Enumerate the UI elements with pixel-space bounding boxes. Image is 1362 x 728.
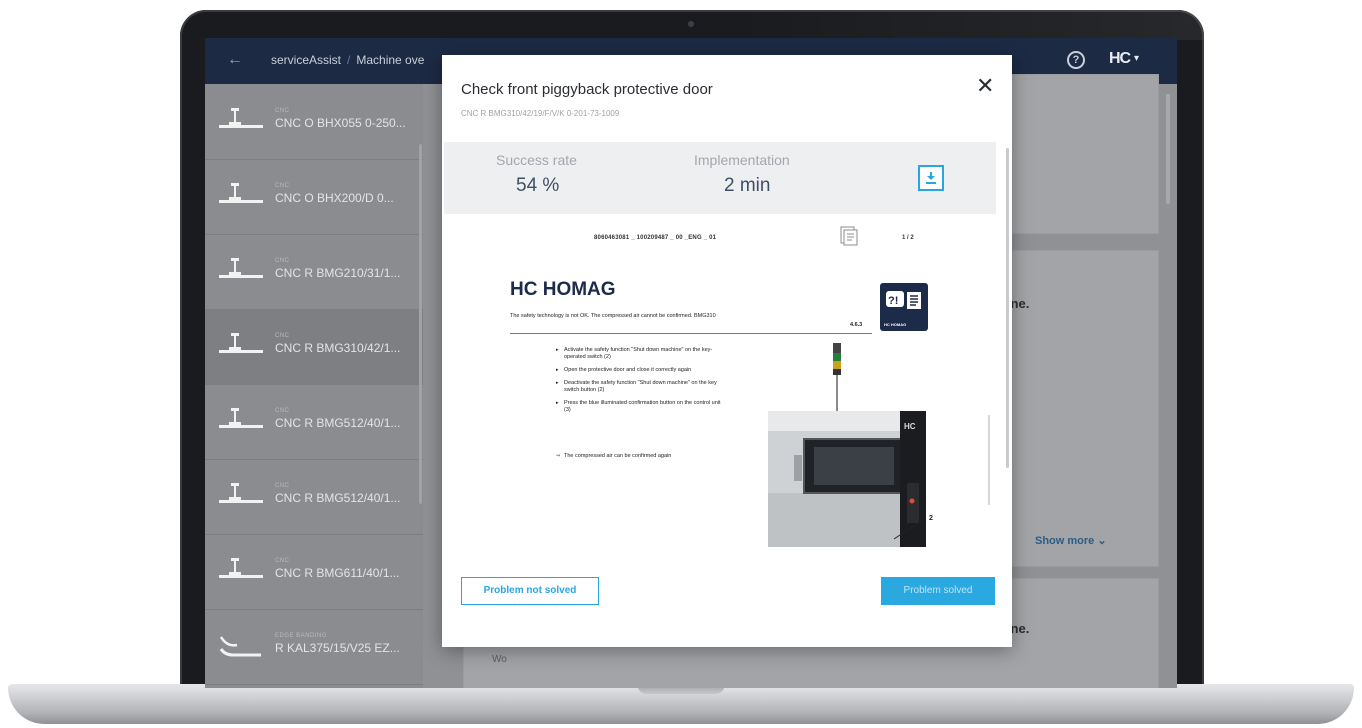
svg-text:?!: ?!	[888, 295, 898, 307]
homag-logo: HC HOMAG	[510, 279, 616, 300]
manual-icon	[840, 226, 858, 246]
user-menu-logo[interactable]: HC	[1109, 50, 1131, 68]
webcam	[688, 21, 694, 27]
laptop-screen: ← serviceAssist / Machine ove ? HC ▾ CNC C…	[205, 38, 1177, 688]
question-manual-icon: ?!	[886, 291, 921, 309]
control-panel-photo: HC	[768, 343, 926, 547]
machine-category: CNC	[275, 333, 290, 339]
machine-item[interactable]: CNC CNC O BHX200/D 0...	[205, 159, 423, 235]
dialog-machine-id: CNC R BMG310/42/19/F/V/K 0-201-73-1009	[461, 109, 620, 118]
machine-item-selected[interactable]: CNC CNC R BMG310/42/1...	[205, 309, 423, 385]
close-icon[interactable]: ✕	[976, 75, 994, 97]
machine-name: R KAL375/15/V25 EZ...	[275, 641, 400, 655]
document-page-number: 1 / 2	[902, 235, 914, 241]
machine-name: CNC R BMG512/40/1...	[275, 491, 401, 505]
help-icon[interactable]: ?	[1067, 51, 1085, 69]
machine-item[interactable]: EDGE BANDING R KAL375/15/V25 EZ...	[205, 609, 423, 685]
dialog-title: Check front piggyback protective door	[461, 81, 713, 98]
breadcrumb-machine-overview[interactable]: Machine ove	[356, 53, 424, 67]
problem-solved-button[interactable]: Problem solved	[881, 577, 995, 605]
bottom-text-fragment: Wo	[492, 654, 507, 665]
machine-category: EDGE BANDING	[275, 633, 328, 639]
document-divider	[510, 333, 872, 334]
instruction-step: Deactivate the safety function "Shut dow…	[556, 380, 726, 394]
machine-item[interactable]: CNC CNC O BHX055 0-250...	[205, 84, 423, 160]
cnc-machine-icon	[219, 333, 263, 353]
instruction-steps: Activate the safety function "Shut down …	[556, 347, 726, 420]
solution-stats: Success rate 54 % Implementation 2 min	[444, 142, 996, 214]
problem-not-solved-button[interactable]: Problem not solved	[461, 577, 599, 605]
svg-text:HC: HC	[904, 422, 916, 431]
document-scrollbar[interactable]	[988, 415, 990, 505]
instruction-result: The compressed air can be confirmed agai…	[556, 453, 724, 460]
machine-category: CNC	[275, 183, 290, 189]
machine-category: CNC	[275, 483, 290, 489]
document-section-number: 4.6.3	[850, 322, 863, 328]
instruction-step: Press the blue illuminated confirmation …	[556, 400, 726, 414]
breadcrumb-service-assist[interactable]: serviceAssist	[271, 53, 341, 67]
download-icon	[926, 172, 936, 184]
cnc-machine-icon	[219, 108, 263, 128]
instruction-step: Activate the safety function "Shut down …	[556, 347, 726, 361]
photo-callout: 2	[929, 515, 933, 522]
implementation-label: Implementation	[694, 152, 790, 168]
download-button[interactable]	[918, 165, 944, 191]
chevron-down-icon: ⌄	[1097, 535, 1107, 547]
dialog-scrollbar[interactable]	[1006, 148, 1009, 468]
implementation-value: 2 min	[724, 175, 771, 196]
back-arrow-icon[interactable]: ←	[227, 51, 243, 69]
machine-category: CNC	[275, 108, 290, 114]
success-rate-label: Success rate	[496, 152, 577, 168]
instruction-step: Open the protective door and close it co…	[556, 367, 726, 374]
machine-name: CNC O BHX055 0-250...	[275, 116, 406, 130]
machine-category: CNC	[275, 408, 290, 414]
main-scrollbar[interactable]	[1166, 94, 1170, 204]
cnc-machine-icon	[219, 258, 263, 278]
machine-item[interactable]: CNC CNC R BMG210/31/1...	[205, 234, 423, 310]
machine-name: CNC R BMG210/31/1...	[275, 266, 401, 280]
homag-badge: ?! HC HOMAG	[880, 283, 928, 331]
cnc-machine-icon	[219, 483, 263, 503]
machine-name: CNC R BMG611/40/1...	[275, 566, 400, 580]
cnc-machine-icon	[219, 558, 263, 578]
cnc-machine-icon	[219, 408, 263, 428]
machine-name: CNC O BHX200/D 0...	[275, 191, 394, 205]
machine-name: CNC R BMG310/42/1...	[275, 341, 401, 355]
machine-category: CNC	[275, 258, 290, 264]
edgebander-icon	[219, 636, 261, 657]
cnc-machine-icon	[219, 183, 263, 203]
breadcrumb: serviceAssist / Machine ove	[271, 53, 425, 67]
chevron-down-icon[interactable]: ▾	[1134, 53, 1139, 64]
badge-label: HC HOMAG	[884, 322, 907, 327]
machine-item[interactable]: CNC CNC R BMG512/40/1...	[205, 459, 423, 535]
machine-list: CNC CNC O BHX055 0-250... CNC CNC O BHX2…	[205, 84, 423, 688]
document-id: 8060463081 _ 100209487 _ 00 _ENG _ 01	[594, 235, 717, 241]
success-rate-value: 54 %	[516, 175, 560, 196]
sidebar-scrollbar[interactable]	[419, 144, 422, 504]
machine-category: CNC	[275, 558, 290, 564]
troubleshooting-dialog: Check front piggyback protective door CN…	[442, 55, 1012, 647]
machine-name: CNC R BMG512/40/1...	[275, 416, 401, 430]
machine-item[interactable]: CNC CNC R BMG611/40/1...	[205, 534, 423, 610]
machine-item[interactable]: CNC CNC R BMG512/40/1...	[205, 384, 423, 460]
show-more-link[interactable]: Show more ⌄	[1035, 534, 1107, 547]
document-status-text: The safety technology is not OK. The com…	[510, 313, 716, 319]
instruction-document: 8060463081 _ 100209487 _ 00 _ENG _ 01 1 …	[506, 225, 942, 565]
